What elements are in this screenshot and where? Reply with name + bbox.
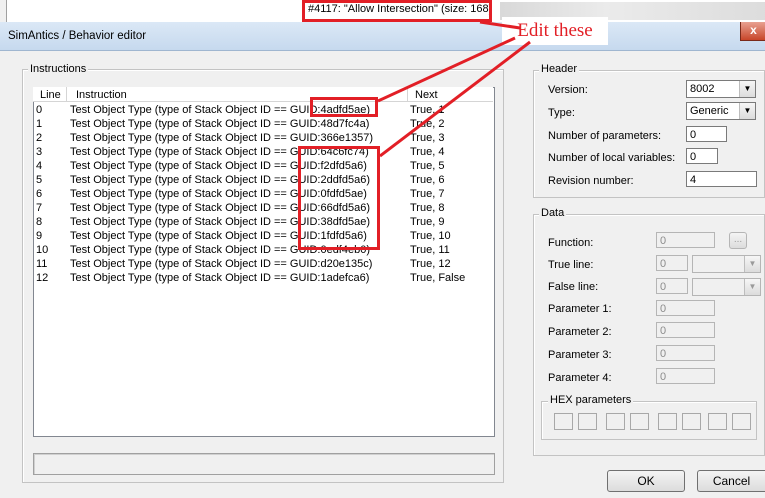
annotation-arrow-line [379, 40, 531, 158]
annotation-arrow-line [479, 20, 521, 30]
annotation-arrows [377, 20, 531, 158]
